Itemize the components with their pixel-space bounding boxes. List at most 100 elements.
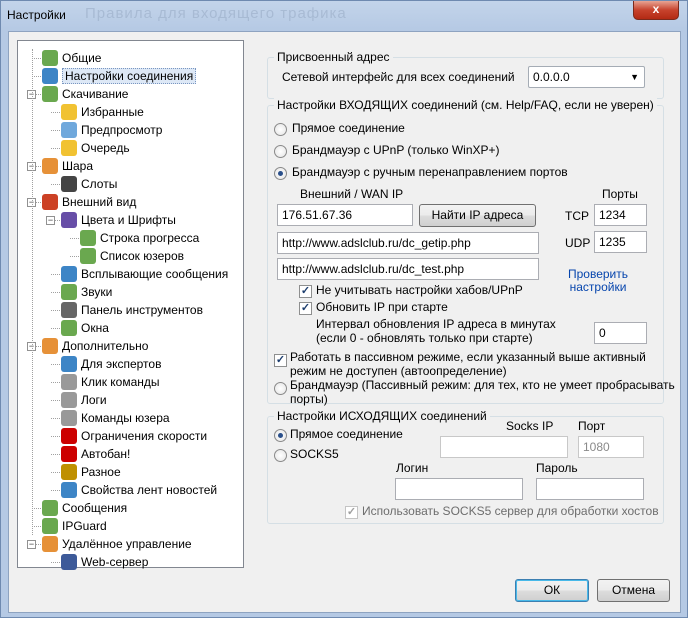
udp-port-field[interactable]: 1235 <box>594 231 647 253</box>
users-icon <box>80 247 96 264</box>
tree-item[interactable]: Общие <box>42 49 101 67</box>
tree-connector <box>51 310 60 311</box>
tree-expander[interactable]: − <box>46 216 55 225</box>
tree-item[interactable]: Внешний вид <box>42 193 136 211</box>
update-ip-label[interactable]: Обновить IP при старте <box>316 300 448 314</box>
tree-item-label: IPGuard <box>62 519 107 533</box>
tree-item[interactable]: Автобан! <box>61 445 130 463</box>
socks-hosts-checkbox[interactable]: ✓ <box>345 506 358 519</box>
tree-item-label: Удалённое управление <box>62 537 192 551</box>
cancel-button[interactable]: Отмена <box>597 579 670 602</box>
tree-item[interactable]: Удалённое управление <box>42 535 192 553</box>
close-icon: x <box>652 2 660 16</box>
passive-line2[interactable]: порты) <box>290 392 328 406</box>
incoming-upnp-label[interactable]: Брандмауэр с UPnP (только WinXP+) <box>292 143 500 157</box>
tree-item[interactable]: Скачивание <box>42 85 128 103</box>
speed-limit-icon <box>61 427 77 444</box>
ignore-hubs-checkbox[interactable]: ✓ <box>299 285 312 298</box>
tree-item[interactable]: IPGuard <box>42 517 107 535</box>
windows-icon <box>61 319 77 336</box>
tree-item[interactable]: Строка прогресса <box>80 229 199 247</box>
outgoing-socks5-radio[interactable] <box>274 449 287 462</box>
tree-item[interactable]: Web-сервер <box>61 553 148 571</box>
socks-ip-field[interactable] <box>440 436 568 458</box>
tree-item[interactable]: Очередь <box>61 139 130 157</box>
tcp-port-field[interactable]: 1234 <box>594 204 647 226</box>
tree-item-label: Всплывающие сообщения <box>81 267 229 281</box>
tree-item[interactable]: Дополнительно <box>42 337 148 355</box>
tree-item[interactable]: Клик команды <box>61 373 160 391</box>
tree-connector <box>51 562 60 563</box>
star-icon <box>61 103 77 120</box>
incoming-manual-label[interactable]: Брандмауэр с ручным перенаправлением пор… <box>292 165 568 179</box>
advanced-icon <box>42 337 58 354</box>
bars-icon <box>61 175 77 192</box>
tree-item[interactable]: Команды юзера <box>61 409 170 427</box>
tree-item[interactable]: Предпросмотр <box>61 121 162 139</box>
tree-item[interactable]: Для экспертов <box>61 355 161 373</box>
password-field[interactable] <box>536 478 644 500</box>
general-icon <box>42 49 58 66</box>
incoming-upnp-radio[interactable] <box>274 145 287 158</box>
find-ip-button[interactable]: Найти IP адреса <box>419 204 536 227</box>
tree-item[interactable]: Логи <box>61 391 107 409</box>
tree-item[interactable]: Избранные <box>61 103 144 121</box>
incoming-direct-label[interactable]: Прямое соединение <box>292 121 405 135</box>
update-ip-checkbox[interactable]: ✓ <box>299 302 312 315</box>
assigned-address-group: Присвоенный адрес Сетевой интерфейс для … <box>267 50 664 99</box>
title-bar: Настройки Правила для входящего трафика … <box>1 1 687 31</box>
passive-fallback-line1[interactable]: Работать в пассивном режиме, если указан… <box>290 350 646 364</box>
check-settings-link[interactable]: Проверить настройки <box>563 268 633 294</box>
tree-item[interactable]: Шара <box>42 157 93 175</box>
settings-tree[interactable]: Общие Настройки соединения − Скачивание Избр… <box>17 40 244 571</box>
tree-item-label: Свойства лент новостей <box>81 483 218 497</box>
tree-item[interactable]: Панель инструментов <box>61 301 203 319</box>
tree-item[interactable]: Всплывающие сообщения <box>61 265 228 283</box>
tree-item-label: Команды юзера <box>81 411 170 425</box>
passive-radio[interactable] <box>274 382 287 395</box>
tree-connector <box>51 436 60 437</box>
tree-item[interactable]: Цвета и Шрифты <box>61 211 176 229</box>
lock-icon <box>61 463 77 480</box>
tree-expander[interactable]: − <box>27 540 36 549</box>
tree-item[interactable]: Сообщения <box>42 499 127 517</box>
tree-item[interactable]: Окна <box>61 319 109 337</box>
tree-connector <box>51 184 60 185</box>
tree-item[interactable]: Ограничения скорости <box>61 427 207 445</box>
passive-fallback-checkbox[interactable]: ✓ <box>274 354 287 367</box>
ignore-hubs-label[interactable]: Не учитывать настройки хабов/UPnP <box>316 283 523 297</box>
ports-label: Порты <box>602 187 638 201</box>
tree-item[interactable]: Разное <box>61 463 121 481</box>
tree-connector <box>51 112 60 113</box>
tree-item-label: Шара <box>62 159 94 173</box>
login-field[interactable] <box>395 478 523 500</box>
passive-line1[interactable]: Брандмауэр (Пассивный режим: для тех, кт… <box>290 378 675 392</box>
getip-url-field[interactable]: http://www.adslclub.ru/dc_getip.php <box>277 232 539 254</box>
iface-select[interactable]: 0.0.0.0 ▼ <box>528 66 645 88</box>
test-url-field[interactable]: http://www.adslclub.ru/dc_test.php <box>277 258 539 280</box>
tree-connector <box>70 256 79 257</box>
tree-item[interactable]: Настройки соединения <box>42 67 197 85</box>
incoming-manual-radio[interactable] <box>274 167 287 180</box>
outgoing-direct-radio[interactable] <box>274 429 287 442</box>
ok-button[interactable]: ОК <box>515 579 589 602</box>
passive-fallback-line2[interactable]: режим не доступен (автоопределение) <box>290 364 507 378</box>
dialog-client-area: Общие Настройки соединения − Скачивание Избр… <box>8 31 681 613</box>
tree-connector <box>32 526 41 527</box>
tree-connector <box>51 418 60 419</box>
interval-field[interactable]: 0 <box>594 322 647 344</box>
close-button[interactable]: x <box>633 1 679 20</box>
webserver-icon <box>61 553 77 570</box>
tree-item[interactable]: Список юзеров <box>80 247 184 265</box>
incoming-direct-radio[interactable] <box>274 123 287 136</box>
outgoing-direct-label[interactable]: Прямое соединение <box>290 427 403 441</box>
wan-ip-field[interactable]: 176.51.67.36 <box>277 204 413 226</box>
socks-port-field[interactable]: 1080 <box>578 436 644 458</box>
progress-icon <box>80 229 96 246</box>
socks-hosts-label[interactable]: Использовать SOCKS5 сервер для обработки… <box>362 504 659 518</box>
tree-item[interactable]: Свойства лент новостей <box>61 481 217 499</box>
tree-item[interactable]: Слоты <box>61 175 117 193</box>
outgoing-socks5-label[interactable]: SOCKS5 <box>290 447 339 461</box>
tree-item[interactable]: Звуки <box>61 283 112 301</box>
udp-label: UDP <box>565 236 591 250</box>
